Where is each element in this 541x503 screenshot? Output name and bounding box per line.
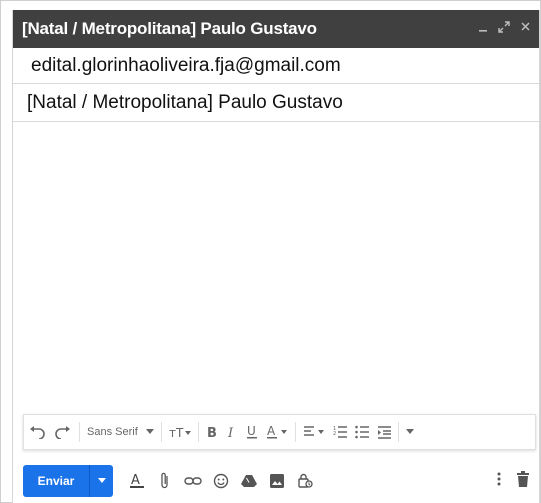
toolbar-separator <box>397 422 399 442</box>
undo-icon[interactable] <box>28 420 46 444</box>
google-drive-icon[interactable] <box>238 470 260 492</box>
font-family-label: Sans Serif <box>87 426 138 438</box>
more-options-icon[interactable] <box>497 471 501 492</box>
svg-text:тT: тT <box>169 426 184 439</box>
toolbar-separator <box>197 422 199 442</box>
insert-link-icon[interactable] <box>182 470 204 492</box>
formatting-options-icon[interactable]: A <box>126 470 148 492</box>
close-icon[interactable] <box>520 20 531 36</box>
redo-icon[interactable] <box>54 420 72 444</box>
bold-icon[interactable]: B <box>206 420 218 444</box>
send-button-label: Enviar <box>37 474 75 488</box>
bulleted-list-icon[interactable] <box>354 420 369 444</box>
italic-icon[interactable]: I <box>226 420 238 444</box>
insert-emoji-icon[interactable] <box>210 470 232 492</box>
compose-right-actions <box>497 471 529 492</box>
compose-title: [Natal / Metropolitana] Paulo Gustavo <box>22 19 317 38</box>
text-color-icon[interactable]: A <box>266 420 288 444</box>
underline-icon[interactable]: U <box>246 420 258 444</box>
send-button[interactable]: Enviar <box>23 465 113 497</box>
chevron-down-icon[interactable] <box>145 420 154 444</box>
subject-text: [Natal / Metropolitana] Paulo Gustavo <box>27 92 343 113</box>
indent-icon[interactable] <box>377 420 391 444</box>
subject-field[interactable]: [Natal / Metropolitana] Paulo Gustavo <box>13 85 539 122</box>
compose-window: [Natal / Metropolitana] Paulo Gustavo ed… <box>12 10 540 503</box>
recipient-address: edital.glorinhaoliveira.fja@gmail.com <box>31 54 341 76</box>
expand-icon[interactable] <box>498 20 510 36</box>
attach-file-icon[interactable] <box>154 470 176 492</box>
svg-text:A: A <box>131 473 140 488</box>
compose-actions: A <box>123 470 319 492</box>
svg-text:U: U <box>247 424 256 438</box>
formatting-toolbar: Sans Serif тT B I U A 12 <box>23 414 536 450</box>
numbered-list-icon[interactable]: 12 <box>333 420 347 444</box>
font-size-icon[interactable]: тT <box>169 420 191 444</box>
confidential-mode-icon[interactable] <box>294 470 316 492</box>
message-body[interactable] <box>13 123 539 413</box>
compose-bottom-bar: Enviar A <box>13 459 539 503</box>
minimize-icon[interactable] <box>478 20 488 36</box>
svg-text:I: I <box>227 426 234 439</box>
font-family-select[interactable]: Sans Serif <box>87 420 138 444</box>
insert-photo-icon[interactable] <box>266 470 288 492</box>
to-field[interactable]: edital.glorinhaoliveira.fja@gmail.com <box>13 48 539 84</box>
compose-titlebar[interactable]: [Natal / Metropolitana] Paulo Gustavo <box>13 10 539 48</box>
trash-icon[interactable] <box>517 471 529 492</box>
toolbar-separator <box>160 422 162 442</box>
svg-text:A: A <box>267 424 276 438</box>
more-formatting-icon[interactable] <box>405 420 414 444</box>
svg-text:2: 2 <box>333 431 336 437</box>
align-icon[interactable] <box>303 420 325 444</box>
svg-text:B: B <box>207 426 217 439</box>
send-options-icon[interactable] <box>90 476 113 487</box>
toolbar-separator <box>79 422 80 442</box>
toolbar-separator <box>294 422 296 442</box>
window-controls <box>478 20 531 36</box>
